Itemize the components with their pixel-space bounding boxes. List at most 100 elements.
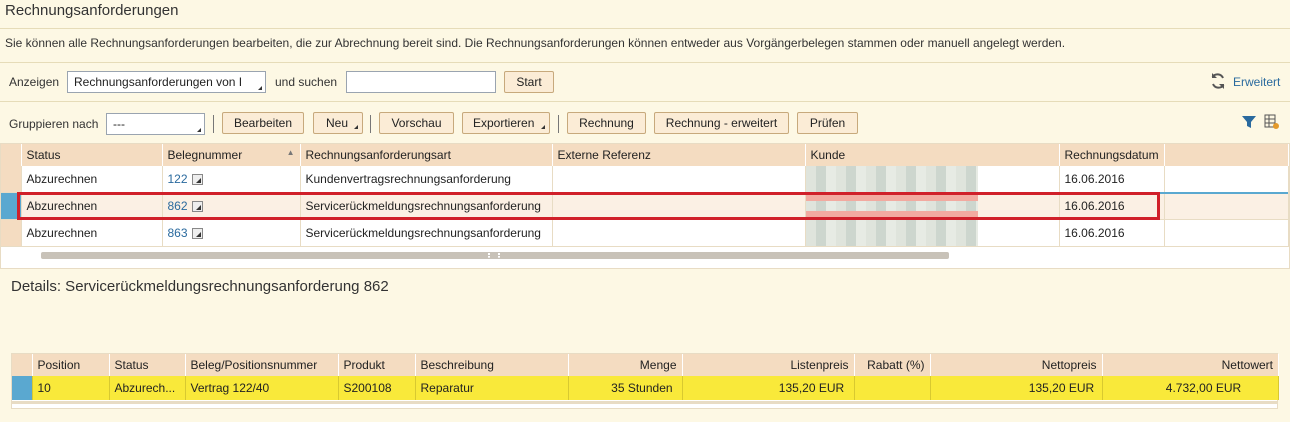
col-product[interactable]: Produkt (338, 354, 416, 376)
context-menu-icon[interactable] (191, 174, 203, 186)
col-status[interactable]: Status (109, 354, 186, 376)
search-input[interactable] (346, 71, 496, 93)
details-header-row: Position Status Beleg/Positionsnummer Pr… (12, 354, 1279, 376)
detail-net-price-cell: 135,20 EUR (930, 376, 1103, 400)
row-status: Abzurechnen (21, 192, 163, 220)
col-ref[interactable]: Externe Referenz (552, 144, 806, 166)
detail-unit: Stunden (627, 381, 673, 395)
context-menu-icon[interactable] (191, 228, 203, 240)
row-number-link[interactable]: 863 (168, 226, 188, 240)
col-discount[interactable]: Rabatt (%) (854, 354, 931, 376)
details-table-container: Position Status Beleg/Positionsnummer Pr… (11, 353, 1279, 409)
requests-table-container: Status Belegnummer ▲ Rechnungsanforderung… (0, 143, 1290, 269)
toolbar-separator (370, 115, 371, 133)
page-title: Rechnungsanforderungen (5, 2, 179, 19)
detail-list-currency: EUR (818, 381, 845, 395)
row-status: Abzurechnen (21, 166, 163, 193)
new-button-label: Neu (326, 116, 349, 130)
row-number-cell[interactable]: 122 (162, 166, 301, 193)
row-customer-redacted (805, 166, 1060, 193)
col-type[interactable]: Rechnungsanforderungsart (300, 144, 553, 166)
table-settings-icon[interactable] (1264, 114, 1280, 130)
export-button[interactable]: Exportieren (462, 112, 550, 134)
col-net-price[interactable]: Nettopreis (930, 354, 1103, 376)
invoice-extended-button[interactable]: Rechnung - erweitert (654, 112, 789, 134)
details-row[interactable]: 10 Abzurech... Vertrag 122/40 S200108 Re… (12, 376, 1279, 400)
page-description: Sie können alle Rechnungsanforderungen b… (5, 36, 1066, 50)
row-date: 16.06.2016 (1059, 166, 1165, 193)
check-button[interactable]: Prüfen (797, 112, 858, 134)
col-date[interactable]: Rechnungsdatum (1059, 144, 1165, 166)
dropdown-icon (197, 128, 201, 132)
detail-list-price-cell: 135,20 EUR (682, 376, 855, 400)
row-ref (552, 192, 806, 220)
col-description[interactable]: Beschreibung (415, 354, 569, 376)
export-button-label: Exportieren (473, 116, 535, 130)
refresh-icon[interactable] (1209, 72, 1227, 90)
row-number-cell[interactable]: 863 (162, 219, 301, 247)
detail-list-price: 135,20 (778, 381, 816, 395)
group-by-label: Gruppieren nach (9, 117, 99, 131)
detail-qty: 35 (611, 381, 625, 395)
table-row[interactable]: Abzurechnen 122 Kundenvertragsrechnungsa… (1, 166, 1289, 193)
invoice-button[interactable]: Rechnung (567, 112, 646, 134)
col-belegnummer[interactable]: Belegnummer ▲ (162, 144, 301, 166)
row-ref (552, 219, 806, 247)
toolbar-separator (558, 115, 559, 133)
table-row[interactable]: Abzurechnen 863 Servicerückmeldungsrechn… (1, 219, 1289, 247)
edit-button[interactable]: Bearbeiten (222, 112, 304, 134)
divider (0, 28, 1290, 29)
detail-product-link[interactable]: S200108 (338, 376, 416, 400)
select-all-cell[interactable] (1, 144, 22, 166)
row-customer-redacted (805, 192, 1060, 220)
details-scroll-track (12, 401, 1277, 404)
col-net-value[interactable]: Nettowert (1102, 354, 1279, 376)
preview-button[interactable]: Vorschau (379, 112, 454, 134)
row-ref (552, 166, 806, 193)
row-filler (1164, 219, 1289, 247)
divider (0, 62, 1290, 63)
row-selector[interactable] (1, 219, 22, 247)
and-search-label: und suchen (275, 75, 338, 89)
col-beleg[interactable]: Beleg/Positionsnummer (185, 354, 339, 376)
col-position[interactable]: Position (32, 354, 110, 376)
row-number-link[interactable]: 862 (168, 199, 188, 213)
toolbar-separator (213, 115, 214, 133)
start-button[interactable]: Start (504, 71, 554, 93)
row-selector[interactable] (1, 192, 22, 220)
row-date: 16.06.2016 (1059, 219, 1165, 247)
row-type: Servicerückmeldungsrechnungsanforderung (300, 219, 553, 247)
col-qty[interactable]: Menge (568, 354, 683, 376)
show-select[interactable]: Rechnungsanforderungen von I (67, 71, 266, 93)
dropdown-icon (541, 125, 545, 129)
filter-icon[interactable] (1241, 114, 1257, 130)
table-header-row: Status Belegnummer ▲ Rechnungsanforderung… (1, 144, 1289, 166)
row-selector[interactable] (1, 166, 22, 193)
details-select-all[interactable] (12, 354, 33, 376)
table-row-selected[interactable]: Abzurechnen 862 Servicerückmeldungsrechn… (1, 192, 1289, 220)
show-label: Anzeigen (9, 75, 60, 89)
row-selector[interactable] (12, 376, 33, 400)
detail-net-value: 4.732,00 (1165, 381, 1213, 395)
details-table: Position Status Beleg/Positionsnummer Pr… (12, 354, 1279, 400)
detail-qty-cell: 35 Stunden (568, 376, 683, 400)
row-number-cell[interactable]: 862 (162, 192, 301, 220)
row-status: Abzurechnen (21, 219, 163, 247)
new-button[interactable]: Neu (313, 112, 363, 134)
detail-status: Abzurech... (109, 376, 186, 400)
col-list-price[interactable]: Listenpreis (682, 354, 855, 376)
group-by-value: --- (113, 117, 125, 131)
group-by-select[interactable]: --- (106, 113, 205, 135)
row-number-link[interactable]: 122 (168, 172, 188, 186)
col-belegnummer-label: Belegnummer (167, 148, 243, 162)
context-menu-icon[interactable] (191, 201, 203, 213)
col-customer[interactable]: Kunde (805, 144, 1060, 166)
col-status[interactable]: Status (21, 144, 163, 166)
dropdown-icon (258, 86, 262, 90)
horizontal-scrollbar[interactable] (41, 252, 949, 259)
details-title: Details: Servicerückmeldungsrechnungsanf… (11, 278, 389, 295)
detail-position: 10 (32, 376, 110, 400)
advanced-link[interactable]: Erweitert (1233, 75, 1280, 89)
show-select-value: Rechnungsanforderungen von I (74, 75, 243, 89)
detail-beleg-link[interactable]: Vertrag 122/40 (185, 376, 339, 400)
